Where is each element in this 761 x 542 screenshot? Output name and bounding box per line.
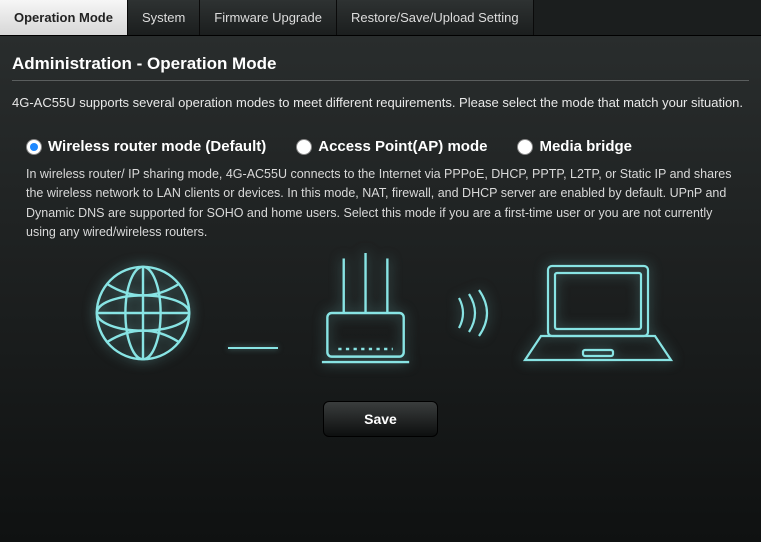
mode-media-bridge[interactable]: Media bridge bbox=[517, 138, 632, 155]
tab-restore-save-upload[interactable]: Restore/Save/Upload Setting bbox=[337, 0, 534, 35]
radio-icon bbox=[26, 139, 42, 155]
mode-label: Access Point(AP) mode bbox=[318, 138, 487, 155]
mode-label: Media bridge bbox=[539, 138, 632, 155]
wifi-signal-icon bbox=[453, 288, 493, 338]
globe-icon bbox=[88, 258, 198, 368]
tab-firmware-upgrade[interactable]: Firmware Upgrade bbox=[200, 0, 337, 35]
router-icon bbox=[308, 253, 423, 373]
page-title: Administration - Operation Mode bbox=[12, 54, 749, 74]
page-body: Administration - Operation Mode 4G-AC55U… bbox=[0, 36, 761, 447]
mode-label: Wireless router mode (Default) bbox=[48, 138, 266, 155]
radio-icon bbox=[517, 139, 533, 155]
tab-system[interactable]: System bbox=[128, 0, 200, 35]
intro-text: 4G-AC55U supports several operation mode… bbox=[12, 95, 749, 110]
mode-description: In wireless router/ IP sharing mode, 4G-… bbox=[12, 165, 749, 243]
radio-icon bbox=[296, 139, 312, 155]
laptop-icon bbox=[523, 258, 673, 368]
save-row: Save bbox=[12, 401, 749, 437]
mode-access-point[interactable]: Access Point(AP) mode bbox=[296, 138, 487, 155]
save-button[interactable]: Save bbox=[323, 401, 438, 437]
mode-radio-group: Wireless router mode (Default) Access Po… bbox=[12, 138, 749, 155]
tab-bar: Operation Mode System Firmware Upgrade R… bbox=[0, 0, 761, 36]
wired-connection-icon bbox=[228, 347, 278, 349]
tab-operation-mode[interactable]: Operation Mode bbox=[0, 0, 128, 35]
mode-wireless-router[interactable]: Wireless router mode (Default) bbox=[26, 138, 266, 155]
diagram bbox=[12, 253, 749, 373]
divider bbox=[12, 80, 749, 81]
